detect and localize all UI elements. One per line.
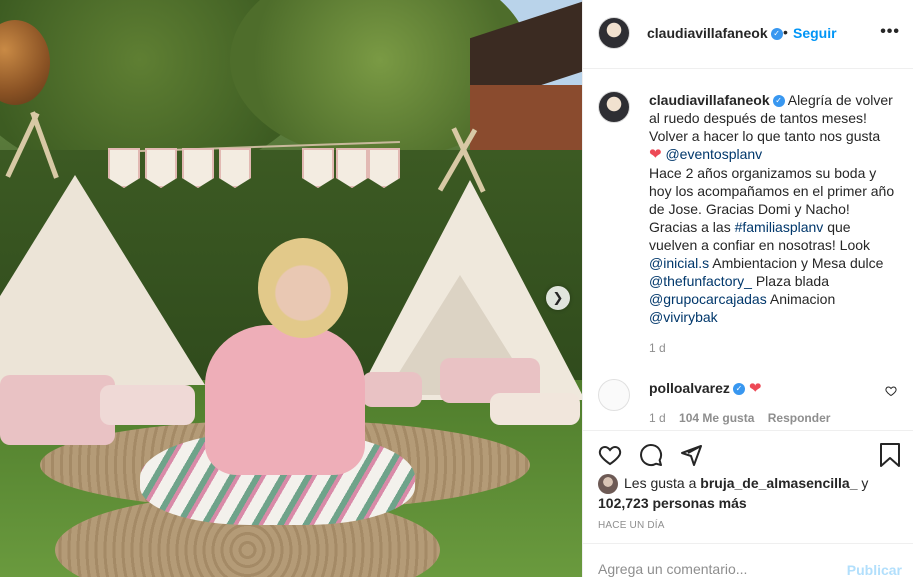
comment-timestamp[interactable]: 1 d bbox=[649, 411, 666, 425]
username-text[interactable]: claudiavillafaneok bbox=[647, 25, 768, 41]
caption-username[interactable]: claudiavillafaneok bbox=[649, 92, 770, 108]
mention-link[interactable]: @grupocarcajadas bbox=[649, 291, 767, 307]
post-photo[interactable]: ❯ bbox=[0, 0, 582, 577]
caption-text: claudiavillafaneok ✓ Alegría de volver al… bbox=[649, 91, 898, 326]
likes-prefix: Les gusta a bbox=[624, 475, 697, 491]
follow-button[interactable]: Seguir bbox=[793, 25, 837, 41]
post-timestamp[interactable]: HACE UN DÍA bbox=[598, 520, 665, 531]
caption-part: Ambientacion y Mesa dulce bbox=[712, 255, 884, 271]
verified-icon: ✓ bbox=[732, 383, 745, 396]
save-bookmark-icon[interactable] bbox=[879, 443, 901, 472]
liker-username[interactable]: bruja_de_almasencilla_ bbox=[700, 475, 857, 491]
comment-meta: 1 d 104 Me gusta Responder bbox=[649, 411, 840, 425]
caption-timestamp[interactable]: 1 d bbox=[649, 341, 666, 355]
mention-link[interactable]: @inicial.s bbox=[649, 255, 709, 271]
comment-like-heart-icon[interactable] bbox=[885, 385, 897, 400]
likes-summary: Les gusta a bruja_de_almasencilla_ y 102… bbox=[598, 474, 903, 513]
avatar[interactable] bbox=[598, 379, 630, 411]
add-comment-bar: Publicar bbox=[583, 543, 913, 577]
pillow bbox=[100, 385, 195, 425]
person-body bbox=[205, 325, 365, 475]
separator-dot: • bbox=[783, 24, 788, 40]
post-side-panel: claudiavillafaneok ✓ • Seguir ••• claudia… bbox=[582, 0, 913, 577]
comment-username[interactable]: polloalvarez bbox=[649, 380, 730, 396]
caption: claudiavillafaneok ✓ Alegría de volver al… bbox=[598, 91, 898, 326]
pillow bbox=[362, 372, 422, 407]
comment-text: ❤ bbox=[748, 380, 762, 397]
comment-line: polloalvarez ✓ ❤ bbox=[649, 379, 761, 398]
hashtag-link[interactable]: #familiasplanv bbox=[735, 219, 824, 235]
mention-link[interactable]: @eventosplanv bbox=[665, 146, 762, 162]
comment-bubble-icon[interactable] bbox=[639, 443, 663, 472]
post-header: claudiavillafaneok ✓ • Seguir ••• bbox=[583, 0, 913, 69]
liker-avatar[interactable] bbox=[598, 474, 618, 495]
likes-count[interactable]: 102,723 personas más bbox=[598, 495, 747, 511]
more-options-icon[interactable]: ••• bbox=[880, 23, 900, 41]
pillow bbox=[0, 375, 115, 445]
mention-link[interactable]: @thefunfactory_ bbox=[649, 273, 752, 289]
comment-likes[interactable]: 104 Me gusta bbox=[679, 411, 754, 425]
share-paper-plane-icon[interactable] bbox=[679, 443, 703, 472]
comment-input[interactable] bbox=[598, 561, 838, 577]
header-username[interactable]: claudiavillafaneok ✓ bbox=[647, 25, 783, 41]
mention-link[interactable]: @vivirybak bbox=[649, 309, 718, 325]
like-heart-icon[interactable] bbox=[598, 443, 622, 472]
likes-conjunction: y bbox=[861, 475, 869, 491]
verified-icon: ✓ bbox=[770, 28, 783, 41]
heart-emoji: ❤ bbox=[649, 146, 662, 163]
caption-part: Animacion bbox=[769, 291, 836, 307]
teepee-left bbox=[0, 175, 205, 385]
pillow bbox=[490, 393, 580, 425]
caption-part: Plaza blada bbox=[755, 273, 829, 289]
avatar[interactable] bbox=[598, 91, 630, 123]
action-bar bbox=[583, 430, 913, 470]
verified-icon: ✓ bbox=[772, 95, 785, 108]
reply-button[interactable]: Responder bbox=[768, 411, 831, 425]
avatar[interactable] bbox=[598, 17, 630, 49]
person-head bbox=[258, 238, 348, 338]
publish-button[interactable]: Publicar bbox=[847, 562, 902, 577]
next-image-arrow-icon[interactable]: ❯ bbox=[546, 286, 570, 310]
